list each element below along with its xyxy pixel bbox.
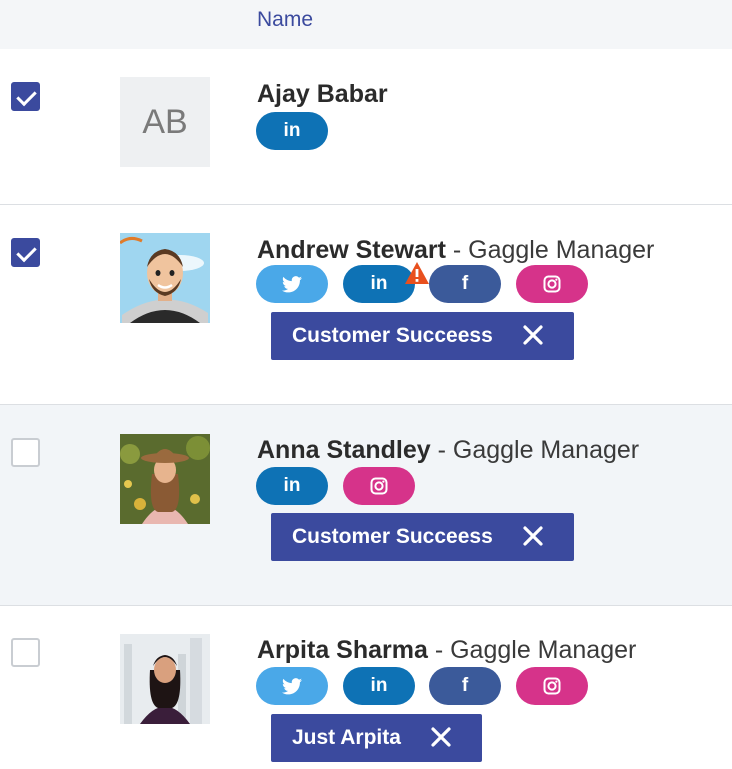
facebook-button[interactable]: f (429, 667, 501, 705)
linkedin-button[interactable]: in (256, 112, 328, 150)
avatar: AB (120, 77, 210, 167)
contact-name-line: Anna Standley - Gaggle Manager (257, 436, 639, 465)
contact-name-line: Andrew Stewart - Gaggle Manager (257, 236, 654, 265)
table-row: Arpita Sharma - Gaggle Manager in f Just… (0, 606, 732, 769)
linkedin-button[interactable]: in (256, 467, 328, 505)
twitter-icon (282, 677, 302, 694)
contact-name[interactable]: Arpita Sharma (257, 636, 428, 664)
portrait-photo-icon (120, 634, 210, 724)
facebook-icon: f (461, 675, 469, 696)
contact-name-line: Ajay Babar (257, 80, 388, 109)
avatar (120, 434, 210, 524)
instagram-icon (370, 477, 388, 495)
close-icon[interactable] (522, 525, 544, 547)
tag-label: Just Arpita (292, 726, 401, 749)
contact-name[interactable]: Ajay Babar (257, 80, 388, 108)
instagram-button[interactable] (343, 467, 415, 505)
linkedin-icon: in (283, 120, 301, 141)
facebook-icon: f (461, 273, 469, 294)
group-tag: Customer Succeess (271, 513, 574, 561)
instagram-button[interactable] (516, 265, 588, 303)
tag-label: Customer Succeess (292, 525, 493, 548)
facebook-button[interactable]: f (429, 265, 501, 303)
contact-role: - Gaggle Manager (430, 436, 640, 464)
contact-name[interactable]: Anna Standley (257, 436, 431, 464)
instagram-icon (543, 677, 561, 695)
group-tag: Just Arpita (271, 714, 482, 762)
portrait-photo-icon (120, 434, 210, 524)
avatar (120, 233, 210, 323)
avatar-initials: AB (142, 102, 188, 141)
close-icon[interactable] (430, 726, 452, 748)
group-tag: Customer Succeess (271, 312, 574, 360)
twitter-icon (282, 275, 302, 292)
twitter-button[interactable] (256, 265, 328, 303)
linkedin-icon: in (370, 273, 388, 294)
row-checkbox[interactable] (11, 238, 40, 267)
cartoon-avatar-icon (120, 233, 210, 323)
twitter-button[interactable] (256, 667, 328, 705)
linkedin-button[interactable]: in (343, 667, 415, 705)
table-row: Anna Standley - Gaggle Manager in Custom… (0, 405, 732, 606)
warning-icon[interactable] (404, 261, 430, 285)
instagram-button[interactable] (516, 667, 588, 705)
table-row: AB Ajay Babar in (0, 49, 732, 205)
table-header: Name (0, 0, 732, 49)
avatar (120, 634, 210, 724)
row-checkbox[interactable] (11, 638, 40, 667)
linkedin-icon: in (370, 675, 388, 696)
contact-role: - Gaggle Manager (445, 236, 655, 264)
row-checkbox[interactable] (11, 82, 40, 111)
contact-name-line: Arpita Sharma - Gaggle Manager (257, 636, 636, 665)
tag-label: Customer Succeess (292, 324, 493, 347)
linkedin-icon: in (283, 475, 301, 496)
contact-role: - Gaggle Manager (427, 636, 637, 664)
close-icon[interactable] (522, 324, 544, 346)
contact-name[interactable]: Andrew Stewart (257, 236, 446, 264)
row-checkbox[interactable] (11, 438, 40, 467)
table-row: Andrew Stewart - Gaggle Manager in f Cus… (0, 205, 732, 405)
column-header-name[interactable]: Name (257, 8, 313, 32)
instagram-icon (543, 275, 561, 293)
